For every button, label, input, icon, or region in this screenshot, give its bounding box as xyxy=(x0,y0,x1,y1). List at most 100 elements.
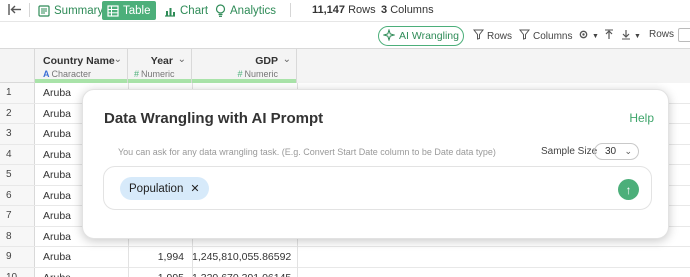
arrow-up-icon: ↑ xyxy=(625,182,632,197)
cell-country[interactable]: Aruba xyxy=(43,227,71,247)
row-number: 4 xyxy=(0,144,35,164)
close-icon[interactable]: ✕ xyxy=(190,182,199,195)
cell-country[interactable]: Aruba xyxy=(43,124,71,144)
chevron-down-icon: ⌄ xyxy=(624,146,632,156)
rows-per-page-input[interactable] xyxy=(678,28,690,42)
export-menu-button[interactable]: ▼ xyxy=(621,29,641,43)
sample-size-select[interactable]: 30 ⌄ xyxy=(594,143,639,160)
rows-count: 11,147 Rows xyxy=(312,4,376,16)
chevron-down-icon[interactable]: ⌄ xyxy=(178,54,186,65)
column-name: Country Name xyxy=(43,55,115,67)
chevron-down-icon[interactable]: ⌄ xyxy=(114,54,122,65)
row-number: 9 xyxy=(0,247,35,267)
numeric-type-icon: # xyxy=(237,69,243,79)
row-number: 5 xyxy=(0,165,35,185)
settings-menu-button[interactable]: ▼ xyxy=(578,29,599,43)
ai-prompt-dialog: Data Wrangling with AI Prompt Help You c… xyxy=(82,89,669,239)
send-button[interactable]: ↑ xyxy=(618,179,639,200)
sample-size-value: 30 xyxy=(605,146,617,157)
column-type-label: Character xyxy=(51,69,92,79)
column-header-year[interactable]: Year ⌄ # Numeric xyxy=(128,49,192,83)
cell-country[interactable]: Aruba xyxy=(43,83,71,103)
cell-country[interactable]: Aruba xyxy=(43,145,71,165)
lightbulb-icon xyxy=(215,4,226,17)
rows-per-page-label: Rows xyxy=(649,29,674,40)
ai-sparkle-icon xyxy=(382,27,396,44)
row-number: 2 xyxy=(0,103,35,123)
row-number: 6 xyxy=(0,185,35,205)
column-header-gdp[interactable]: GDP ⌄ # Numeric xyxy=(192,49,297,83)
column-type: # Numeric xyxy=(134,69,175,79)
numeric-type-icon: # xyxy=(134,69,140,79)
cell-year[interactable]: 1,995 xyxy=(128,268,184,277)
tab-analytics[interactable]: Analytics xyxy=(210,1,281,20)
ai-wrangling-label: AI Wrangling xyxy=(399,30,459,42)
sort-ascending-button[interactable] xyxy=(604,29,614,43)
tab-table[interactable]: Table xyxy=(102,1,156,20)
cell-country[interactable]: Aruba xyxy=(43,104,71,124)
cell-country[interactable]: Aruba xyxy=(43,186,71,206)
table-row[interactable]: 9 Aruba 1,994 1,245,810,055.86592 xyxy=(0,247,690,268)
columns-count-label: Columns xyxy=(390,4,434,16)
sample-size-label: Sample Size xyxy=(541,146,598,157)
column-type-label: Numeric xyxy=(141,69,175,79)
table-icon xyxy=(107,4,119,17)
download-arrow-icon xyxy=(621,29,631,43)
character-type-icon: A xyxy=(43,69,50,79)
rows-filter-label: Rows xyxy=(487,30,513,42)
prompt-input[interactable]: Population ✕ ↑ xyxy=(103,166,652,210)
upload-arrow-icon xyxy=(604,29,614,43)
rows-right-label: Rows xyxy=(649,29,675,40)
cell-gdp[interactable]: 1,245,810,055.86592 xyxy=(192,247,291,267)
rows-filter-button[interactable]: Rows xyxy=(472,29,513,43)
tab-summary[interactable]: Summary xyxy=(33,1,108,20)
table-toolbar: AI Wrangling Rows Columns ▼ ▼ Rows xyxy=(0,26,690,48)
gear-icon xyxy=(578,29,589,43)
columns-label: Columns xyxy=(533,30,573,42)
column-type-label: Numeric xyxy=(244,69,278,79)
columns-icon xyxy=(518,29,531,43)
cell-country[interactable]: Aruba xyxy=(43,268,71,277)
caret-down-icon: ▼ xyxy=(634,32,641,40)
column-header-country-name[interactable]: Country Name ⌄ A Character xyxy=(35,49,128,83)
caret-down-icon: ▼ xyxy=(592,32,599,40)
chart-icon xyxy=(164,5,176,17)
row-number: 10 xyxy=(0,267,35,277)
column-type: # Numeric xyxy=(237,69,278,79)
filter-icon xyxy=(472,29,485,43)
summary-icon xyxy=(38,4,50,17)
rows-count-value: 11,147 xyxy=(312,4,346,16)
help-link[interactable]: Help xyxy=(629,111,654,125)
row-number: 1 xyxy=(0,83,35,103)
column-chip[interactable]: Population ✕ xyxy=(120,177,209,200)
tab-analytics-label: Analytics xyxy=(230,4,277,17)
rows-count-label: Rows xyxy=(348,4,376,16)
tab-chart[interactable]: Chart xyxy=(159,1,213,20)
cell-year[interactable]: 1,994 xyxy=(128,247,184,267)
cell-country[interactable]: Aruba xyxy=(43,206,71,226)
prompt-hint: You can ask for any data wrangling task.… xyxy=(118,147,496,157)
columns-count-value: 3 xyxy=(381,4,388,16)
columns-button[interactable]: Columns xyxy=(518,29,573,43)
empty-header-area xyxy=(297,49,690,83)
divider xyxy=(29,3,30,17)
row-number-header xyxy=(0,49,35,83)
top-toolbar: Summary Table Chart Analytics 11,147 Row… xyxy=(0,0,690,22)
ai-wrangling-button[interactable]: AI Wrangling xyxy=(378,26,464,46)
table-row[interactable]: 10 Aruba 1,995 1,320,670,391.06145 xyxy=(0,267,690,277)
columns-count: 3 Columns xyxy=(381,4,434,16)
chevron-down-icon[interactable]: ⌄ xyxy=(283,54,291,65)
tab-summary-label: Summary xyxy=(54,4,104,17)
column-chip-label: Population xyxy=(129,182,184,195)
column-type: A Character xyxy=(43,69,91,79)
cell-country[interactable]: Aruba xyxy=(43,247,71,267)
row-number: 7 xyxy=(0,206,35,226)
column-name: GDP xyxy=(255,55,278,67)
column-name: Year xyxy=(150,55,173,67)
dialog-title: Data Wrangling with AI Prompt xyxy=(104,110,324,127)
divider xyxy=(290,3,291,17)
collapse-sidebar-icon[interactable] xyxy=(8,3,24,17)
cell-gdp[interactable]: 1,320,670,391.06145 xyxy=(192,268,291,277)
row-number: 8 xyxy=(0,226,35,246)
cell-country[interactable]: Aruba xyxy=(43,165,71,185)
